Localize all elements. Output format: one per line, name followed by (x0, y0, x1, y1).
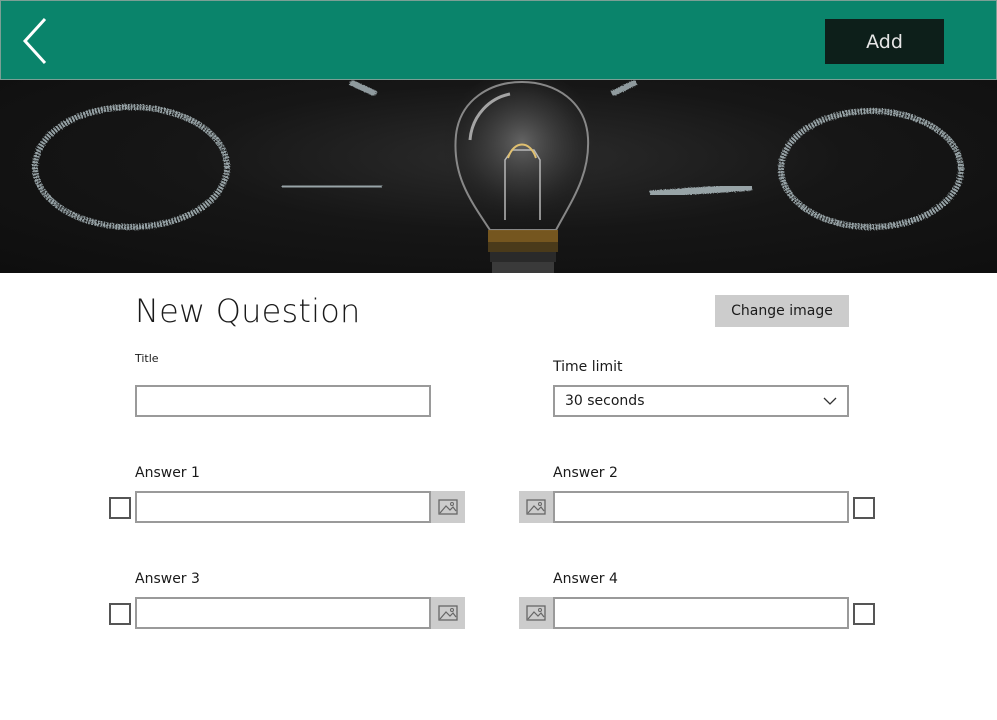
add-button-label: Add (866, 30, 903, 53)
title-input[interactable] (137, 387, 429, 415)
answer-4-field[interactable] (553, 597, 849, 629)
top-bar: Add (0, 0, 997, 80)
image-icon (438, 499, 458, 515)
time-limit-value: 30 seconds (565, 393, 645, 409)
answer-3-input[interactable] (137, 599, 429, 627)
change-image-label: Change image (731, 303, 833, 319)
change-image-button[interactable]: Change image (715, 295, 849, 327)
answer-2-field[interactable] (553, 491, 849, 523)
answer-1-input[interactable] (137, 493, 429, 521)
answer-3-correct-checkbox[interactable] (109, 603, 131, 625)
answer-2-input[interactable] (555, 493, 847, 521)
answer-3-image-button[interactable] (431, 597, 465, 629)
time-limit-select[interactable]: 30 seconds (553, 385, 849, 417)
page-title: New Question (135, 292, 361, 330)
answer-4-label: Answer 4 (553, 571, 618, 587)
image-icon (526, 605, 546, 621)
answer-4-image-button[interactable] (519, 597, 553, 629)
chevron-left-icon (22, 17, 47, 65)
chevron-down-icon (823, 397, 837, 405)
answer-3-field[interactable] (135, 597, 431, 629)
image-icon (526, 499, 546, 515)
title-label: Title (135, 352, 159, 365)
lightbulb-chalkboard-image (32, 80, 964, 273)
answer-4-correct-checkbox[interactable] (853, 603, 875, 625)
answer-1-field[interactable] (135, 491, 431, 523)
add-button[interactable]: Add (825, 19, 944, 64)
hero-image (0, 80, 997, 273)
answer-2-correct-checkbox[interactable] (853, 497, 875, 519)
answer-3-label: Answer 3 (135, 571, 200, 587)
answer-1-label: Answer 1 (135, 465, 200, 481)
time-limit-label: Time limit (553, 359, 623, 375)
answer-2-label: Answer 2 (553, 465, 618, 481)
answer-1-image-button[interactable] (431, 491, 465, 523)
title-field[interactable] (135, 385, 431, 417)
answer-4-input[interactable] (555, 599, 847, 627)
image-icon (438, 605, 458, 621)
answer-1-correct-checkbox[interactable] (109, 497, 131, 519)
answer-2-image-button[interactable] (519, 491, 553, 523)
back-button[interactable] (15, 15, 59, 67)
